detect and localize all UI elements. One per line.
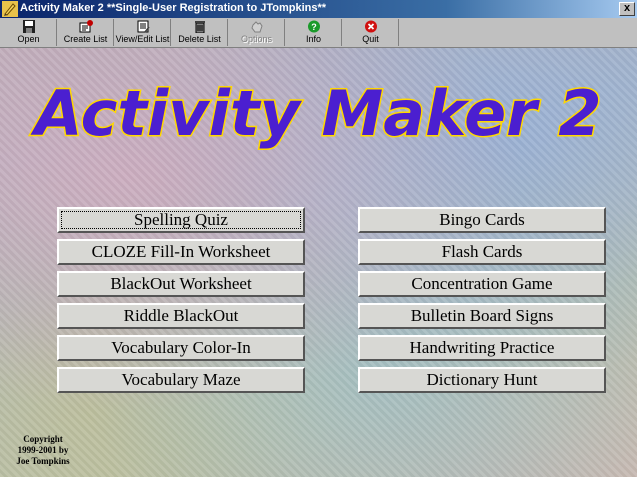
window-title: Activity Maker 2 **Single-User Registrat… (20, 2, 327, 14)
riddle-blackout-button[interactable]: Riddle BlackOut (57, 303, 305, 329)
dictionary-hunt-button[interactable]: Dictionary Hunt (358, 367, 606, 393)
copyright-notice: Copyright 1999-2001 by Joe Tompkins (13, 434, 73, 467)
view-edit-list-button[interactable]: View/Edit List (115, 19, 171, 46)
quit-label: Quit (362, 34, 379, 44)
floppy-disk-icon (22, 20, 35, 33)
open-label: Open (17, 34, 40, 44)
svg-text:?: ? (311, 22, 317, 32)
bulletin-board-signs-button[interactable]: Bulletin Board Signs (358, 303, 606, 329)
info-button[interactable]: ? Info (286, 19, 342, 46)
spelling-quiz-button[interactable]: Spelling Quiz (57, 207, 305, 233)
toolbar: Open Create List View/Edit List Delete L… (0, 18, 637, 48)
close-button[interactable]: x (619, 2, 635, 16)
cloze-worksheet-button[interactable]: CLOZE Fill-In Worksheet (57, 239, 305, 265)
info-label: Info (305, 34, 321, 44)
quit-x-icon (364, 20, 377, 33)
info-question-icon: ? (307, 20, 320, 33)
flash-cards-button[interactable]: Flash Cards (358, 239, 606, 265)
logo-text: Activity Maker 2 (30, 77, 602, 150)
copyright-line-1: Copyright (23, 434, 63, 444)
main-panel: Activity Maker 2 Spelling Quiz CLOZE Fil… (0, 48, 637, 477)
blackout-worksheet-button[interactable]: BlackOut Worksheet (57, 271, 305, 297)
app-logo: Activity Maker 2 (28, 76, 603, 152)
options-hand-icon (250, 21, 263, 33)
vocabulary-maze-button[interactable]: Vocabulary Maze (57, 367, 305, 393)
delete-list-button[interactable]: Delete List (172, 19, 228, 46)
concentration-game-button[interactable]: Concentration Game (358, 271, 606, 297)
handwriting-practice-button[interactable]: Handwriting Practice (358, 335, 606, 361)
options-label: Options (240, 34, 273, 44)
options-button[interactable]: Options (229, 19, 285, 46)
title-bar: Activity Maker 2 **Single-User Registrat… (0, 0, 637, 18)
create-list-button[interactable]: Create List (58, 19, 114, 46)
delete-list-icon (194, 21, 205, 33)
view-edit-list-label: View/Edit List (115, 34, 170, 44)
open-button[interactable]: Open (1, 19, 57, 46)
create-list-label: Create List (63, 34, 108, 44)
copyright-line-3: Joe Tompkins (16, 456, 70, 466)
copyright-line-2: 1999-2001 by (17, 445, 69, 455)
app-pencil-icon (2, 1, 18, 17)
vocabulary-color-in-button[interactable]: Vocabulary Color-In (57, 335, 305, 361)
delete-list-label: Delete List (178, 34, 221, 44)
view-edit-list-icon (137, 20, 150, 33)
create-list-icon (79, 20, 93, 33)
quit-button[interactable]: Quit (343, 19, 399, 46)
bingo-cards-button[interactable]: Bingo Cards (358, 207, 606, 233)
